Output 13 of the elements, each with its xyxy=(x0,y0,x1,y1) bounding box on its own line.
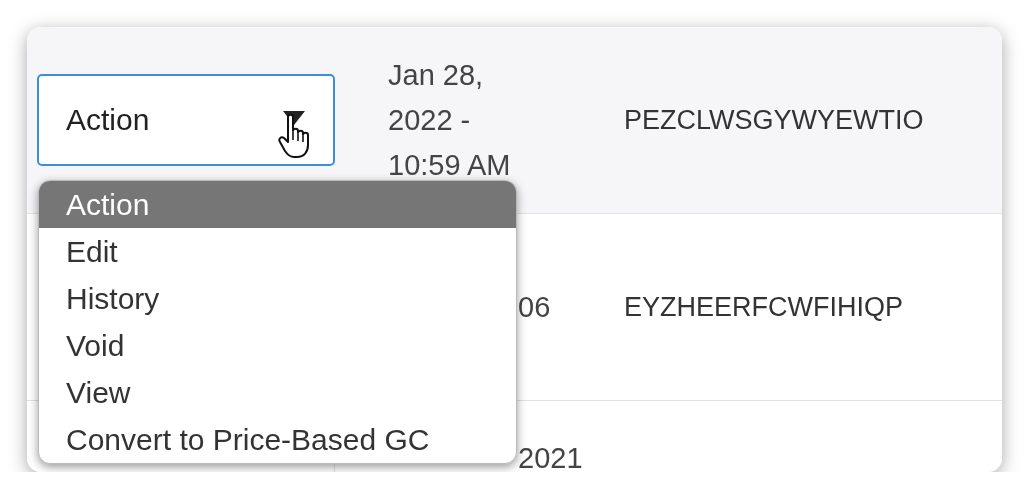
code-text: EYZHEERFCWFIHIQP xyxy=(624,291,903,323)
hand-cursor-icon xyxy=(278,113,312,159)
code-text: PEZCLWSGYWYEWTIO xyxy=(624,104,924,136)
menu-option[interactable]: Void xyxy=(39,322,516,369)
date-text: 2021 xyxy=(518,446,583,470)
date-text: Jan 28, 2022 - 10:59 AM xyxy=(388,57,512,183)
menu-option[interactable]: Action xyxy=(39,181,516,228)
menu-option[interactable]: History xyxy=(39,275,516,322)
action-select[interactable]: Action xyxy=(37,74,335,166)
menu-option[interactable]: Convert to Price-Based GC xyxy=(39,416,516,463)
menu-option[interactable]: View xyxy=(39,369,516,416)
menu-option[interactable]: Edit xyxy=(39,228,516,275)
date-text: 06 xyxy=(518,289,552,325)
